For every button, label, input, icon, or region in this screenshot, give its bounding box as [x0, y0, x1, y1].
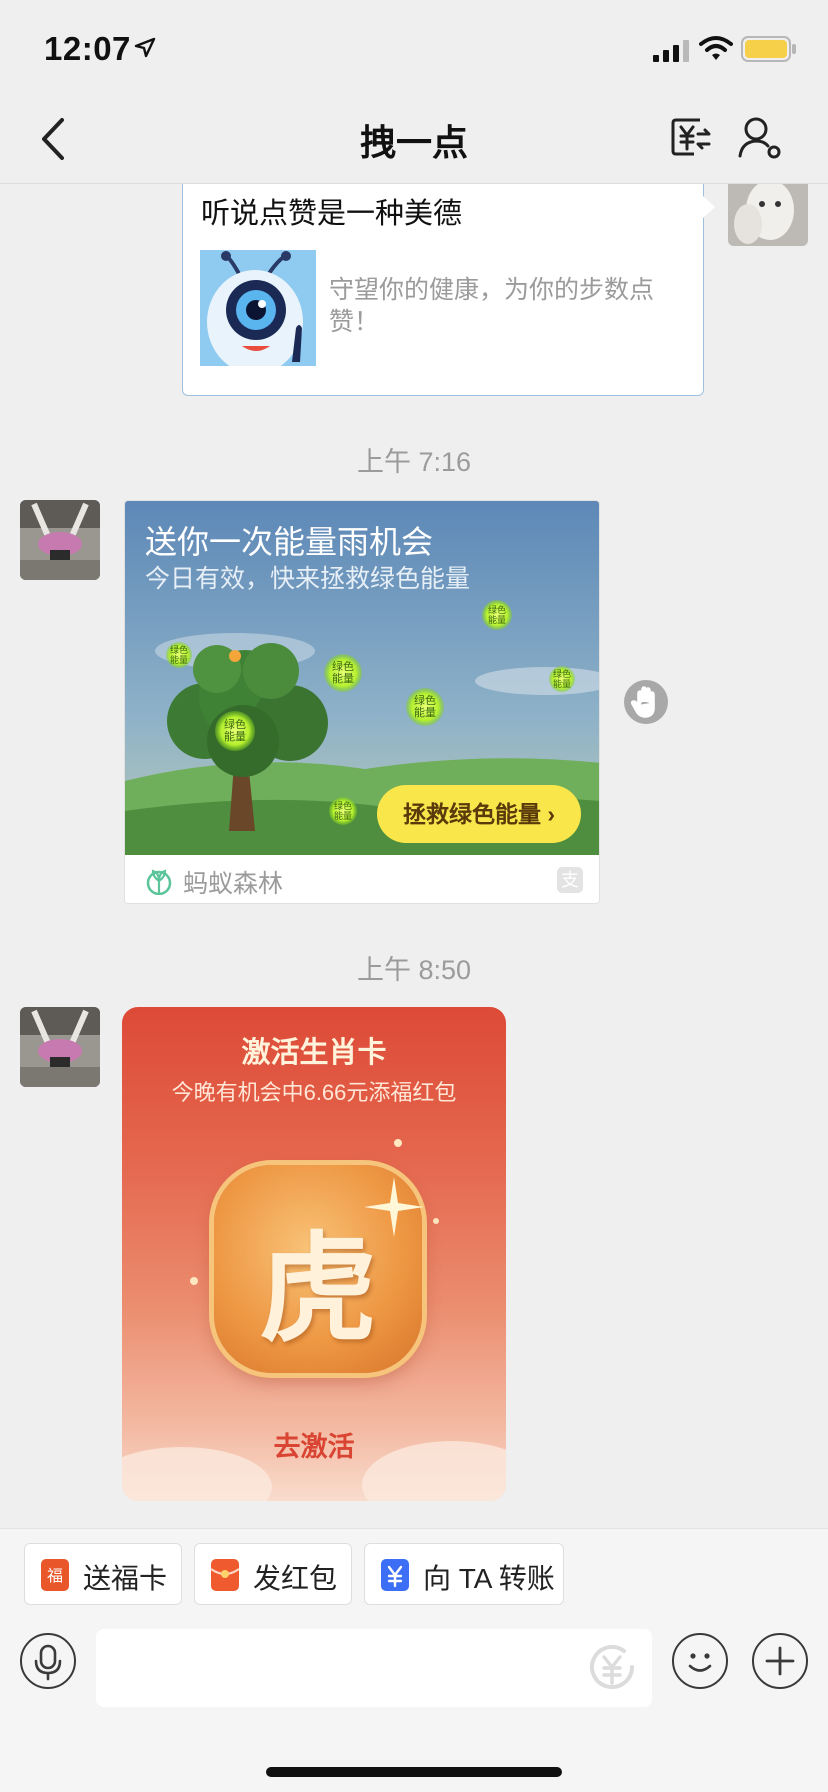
transfer-yen-icon	[381, 1559, 409, 1591]
status-bar: 12:07	[0, 0, 828, 96]
sparkle-icon	[364, 1177, 424, 1237]
energy-rain-illustration: 送你一次能量雨机会 今日有效，快来拯救绿色能量 绿色能量 绿色能量 绿色能量 绿…	[125, 501, 599, 855]
send-fu-card-button[interactable]: 福 送福卡	[24, 1543, 182, 1605]
status-time: 12:07	[44, 30, 131, 67]
chat-nav-bar: 拽一点	[0, 96, 828, 184]
zodiac-card-title: 激活生肖卡	[241, 1037, 387, 1069]
voice-input-button[interactable]	[20, 1633, 76, 1689]
activate-button[interactable]: 去激活	[122, 1425, 506, 1464]
message-input[interactable]	[96, 1629, 652, 1707]
energy-ball-label: 绿色能量	[224, 719, 246, 743]
ant-mascot-image	[200, 250, 316, 366]
transfer-yen-icon[interactable]	[670, 116, 712, 158]
contact-avatar[interactable]	[20, 1007, 100, 1087]
energy-ball-label: 绿色能量	[414, 695, 436, 719]
rescue-energy-label: 拯救绿色能量	[402, 801, 541, 827]
bubble-pointer	[703, 196, 715, 218]
message-timestamp: 上午 8:50	[356, 955, 472, 985]
poke-hand-icon[interactable]	[624, 680, 668, 724]
quick-action-label: 向 TA 转账	[423, 1563, 555, 1594]
chevron-right-icon: ›	[547, 801, 556, 827]
chat-input-panel: 福 送福卡 发红包 向 TA 转账	[0, 1528, 828, 1792]
ant-forest-icon	[146, 869, 172, 895]
my-avatar[interactable]	[728, 184, 808, 246]
transfer-to-ta-button[interactable]: 向 TA 转账	[364, 1543, 564, 1605]
card-source-label: 蚂蚁森林	[183, 870, 284, 898]
rescue-energy-button[interactable]: 拯救绿色能量 ›	[377, 785, 581, 843]
card-source-footer: 蚂蚁森林 支	[125, 855, 599, 903]
energy-card-title: 送你一次能量雨机会	[145, 524, 434, 560]
like-share-card[interactable]: 听说点赞是一种美德 守望你的健康，为你的步数点赞！	[182, 184, 715, 396]
quick-pay-yen-icon[interactable]	[584, 1639, 640, 1695]
alipay-logo-icon: 支	[557, 867, 583, 893]
energy-rain-card[interactable]: 送你一次能量雨机会 今日有效，快来拯救绿色能量 绿色能量 绿色能量 绿色能量 绿…	[124, 500, 600, 904]
battery-icon	[741, 36, 796, 62]
quick-action-label: 发红包	[253, 1563, 338, 1594]
energy-ball-label: 绿色能量	[487, 605, 506, 625]
contact-avatar[interactable]	[20, 500, 100, 580]
message-timestamp: 上午 7:16	[356, 447, 472, 477]
svg-text:福: 福	[47, 1566, 63, 1585]
zodiac-card[interactable]: 激活生肖卡 今晚有机会中6.66元添福红包 虎 去激活	[122, 1007, 506, 1501]
contact-settings-icon[interactable]	[738, 116, 782, 160]
like-card-description: 守望你的健康，为你的步数点赞！	[329, 276, 655, 336]
send-red-envelope-button[interactable]: 发红包	[194, 1543, 352, 1605]
tiger-zodiac-tile: 虎	[214, 1165, 424, 1373]
like-card-title: 听说点赞是一种美德	[201, 198, 463, 230]
signal-icon	[653, 40, 689, 62]
home-indicator[interactable]	[266, 1767, 562, 1777]
zodiac-card-subtitle: 今晚有机会中6.66元添福红包	[171, 1080, 457, 1105]
plus-icon	[765, 1646, 795, 1676]
location-arrow-icon	[134, 37, 156, 58]
energy-ball-label: 绿色能量	[332, 661, 354, 685]
red-envelope-icon	[210, 1559, 240, 1591]
energy-ball-label: 绿色能量	[333, 801, 352, 821]
emoji-button[interactable]	[672, 1633, 728, 1689]
fu-card-icon: 福	[41, 1559, 69, 1591]
quick-action-label: 送福卡	[83, 1563, 168, 1594]
energy-card-subtitle: 今日有效，快来拯救绿色能量	[145, 565, 471, 593]
wifi-icon	[699, 36, 733, 60]
energy-ball-label: 绿色能量	[552, 669, 571, 689]
microphone-icon	[34, 1644, 62, 1681]
more-functions-button[interactable]	[752, 1633, 808, 1689]
energy-ball-label: 绿色能量	[169, 645, 188, 665]
smiley-icon	[688, 1653, 712, 1672]
